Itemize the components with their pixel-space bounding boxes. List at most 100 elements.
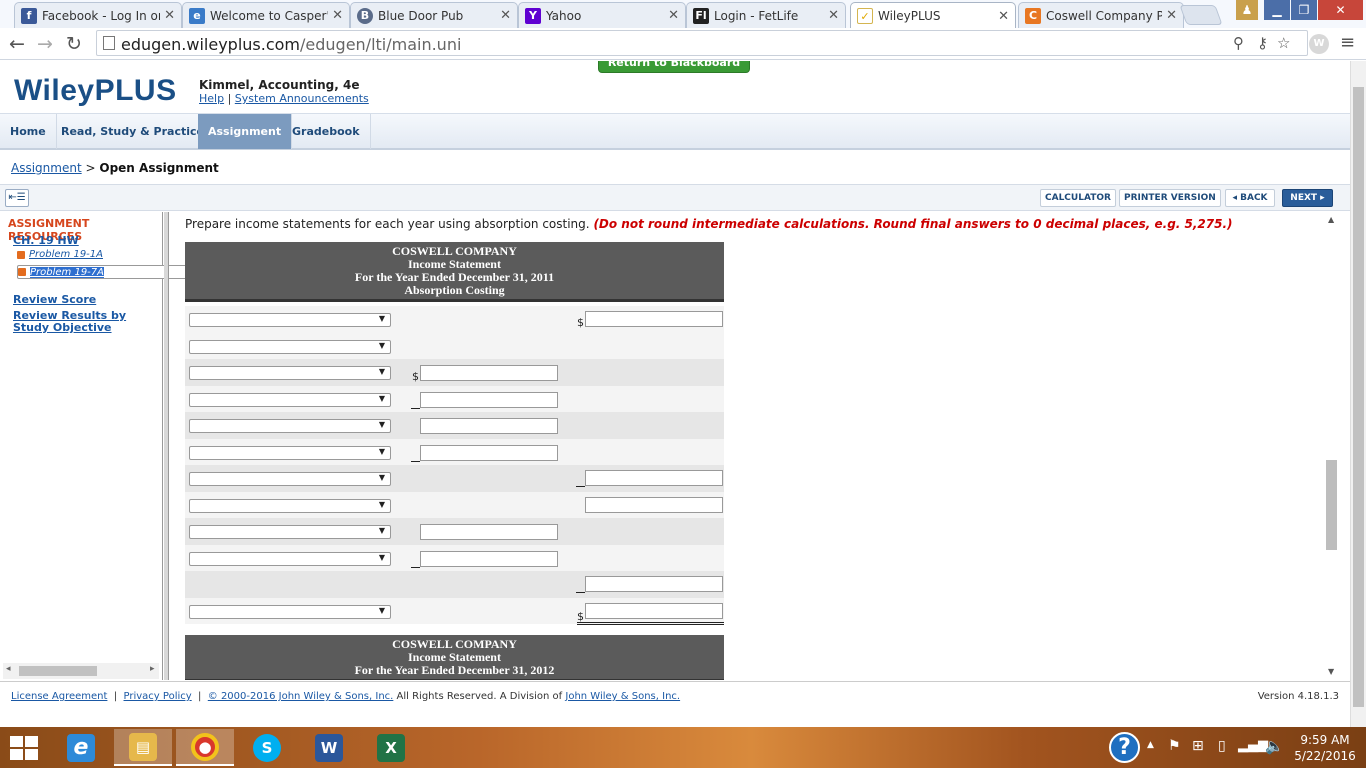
- account-dropdown[interactable]: ▼: [189, 392, 391, 407]
- content-vertical-scrollbar[interactable]: ▲ ▼: [1324, 212, 1340, 680]
- word-icon[interactable]: W: [300, 729, 358, 766]
- url-bar[interactable]: edugen.wileyplus.com/edugen/lti/main.uni…: [96, 30, 1308, 56]
- browser-tab-yahoo[interactable]: Y Yahoo ✕: [518, 2, 686, 28]
- sidebar-splitter[interactable]: [164, 212, 169, 680]
- account-dropdown[interactable]: ▼: [189, 445, 391, 460]
- privacy-policy-link[interactable]: Privacy Policy: [124, 691, 192, 702]
- amount-input[interactable]: [585, 470, 723, 486]
- chrome-menu-icon[interactable]: ≡: [1340, 32, 1355, 53]
- close-tab-icon[interactable]: ✕: [998, 9, 1009, 24]
- amount-input[interactable]: [420, 391, 558, 408]
- profile-icon[interactable]: ♟: [1236, 0, 1258, 20]
- browser-tab-bluedoor[interactable]: B Blue Door Pub ✕: [350, 2, 518, 28]
- minimize-icon[interactable]: ▁: [1264, 0, 1290, 20]
- forward-arrow-icon[interactable]: →: [33, 32, 57, 56]
- nav-read-study-practice[interactable]: Read, Study & Practice: [51, 114, 215, 149]
- account-dropdown[interactable]: ▼: [189, 551, 391, 566]
- review-results-link[interactable]: Review Results by Study Objective: [13, 310, 158, 334]
- sidebar-item-problem-19-1a[interactable]: Problem 19-1A: [17, 249, 103, 260]
- amount-input[interactable]: [420, 524, 558, 540]
- restore-icon[interactable]: ❐: [1291, 0, 1317, 20]
- chrome-icon[interactable]: ●: [176, 729, 234, 766]
- amount-input[interactable]: [585, 576, 723, 592]
- skype-icon[interactable]: S: [238, 729, 296, 766]
- amount-input[interactable]: [585, 496, 723, 513]
- account-dropdown[interactable]: ▼: [189, 604, 391, 619]
- footer-links: License Agreement | Privacy Policy | © 2…: [11, 691, 680, 702]
- help-icon[interactable]: ?: [1109, 732, 1140, 763]
- system-clock[interactable]: 9:59 AM 5/22/2016: [1290, 732, 1360, 764]
- help-link[interactable]: Help: [199, 92, 224, 105]
- close-tab-icon[interactable]: ✕: [500, 8, 511, 23]
- account-dropdown[interactable]: ▼: [189, 339, 391, 354]
- account-dropdown[interactable]: ▼: [189, 525, 391, 539]
- browser-tab-coswell[interactable]: C Coswell Company Pr ✕: [1018, 2, 1184, 28]
- close-tab-icon[interactable]: ✕: [164, 8, 175, 23]
- new-tab-button[interactable]: [1179, 5, 1223, 25]
- scroll-left-icon[interactable]: ◂: [6, 664, 11, 674]
- account-dropdown[interactable]: ▼: [189, 313, 391, 327]
- reload-icon[interactable]: ↻: [62, 32, 86, 56]
- amount-input[interactable]: [420, 418, 558, 434]
- excel-icon[interactable]: X: [362, 729, 420, 766]
- scroll-down-icon[interactable]: ▼: [1328, 667, 1334, 676]
- wiley-division-link[interactable]: John Wiley & Sons, Inc.: [565, 691, 680, 702]
- nav-home[interactable]: Home: [0, 114, 57, 149]
- key-icon[interactable]: ⚷: [1257, 34, 1268, 52]
- back-arrow-icon[interactable]: ←: [5, 32, 29, 56]
- account-dropdown[interactable]: ▼: [189, 366, 391, 380]
- calculator-button[interactable]: CALCULATOR: [1040, 189, 1116, 207]
- zoom-icon[interactable]: ⚲: [1233, 34, 1244, 52]
- amount-input[interactable]: [420, 365, 558, 381]
- printer-version-button[interactable]: PRINTER VERSION: [1119, 189, 1221, 207]
- amount-input[interactable]: [585, 602, 723, 619]
- close-tab-icon[interactable]: ✕: [828, 8, 839, 23]
- browser-tab-wileyplus[interactable]: ✓ WileyPLUS ✕: [850, 2, 1016, 29]
- amount-input[interactable]: [420, 550, 558, 567]
- battery-icon[interactable]: ▯: [1218, 738, 1226, 754]
- scroll-right-icon[interactable]: ▸: [150, 664, 155, 674]
- problem-link[interactable]: Problem 19-1A: [29, 249, 103, 260]
- close-tab-icon[interactable]: ✕: [1166, 8, 1177, 23]
- scroll-up-icon[interactable]: ▲: [1328, 215, 1334, 224]
- browser-tab-facebook[interactable]: f Facebook - Log In or ✕: [14, 2, 182, 28]
- account-dropdown[interactable]: ▼: [189, 419, 391, 433]
- nav-assignment[interactable]: Assignment: [198, 114, 293, 149]
- action-center-flag-icon[interactable]: ⚑: [1168, 738, 1181, 754]
- browser-tab-caspers[interactable]: e Welcome to Casper's ✕: [182, 2, 350, 28]
- extension-w-icon[interactable]: W: [1309, 34, 1329, 54]
- internet-explorer-icon[interactable]: e: [52, 729, 110, 766]
- system-announcements-link[interactable]: System Announcements: [235, 92, 369, 105]
- amount-input[interactable]: [585, 311, 723, 327]
- windows-start-icon[interactable]: [8, 735, 40, 761]
- scrollbar-thumb[interactable]: [19, 666, 97, 676]
- license-agreement-link[interactable]: License Agreement: [11, 691, 107, 702]
- review-score-link[interactable]: Review Score: [13, 294, 158, 306]
- file-explorer-icon[interactable]: ▤: [114, 729, 172, 766]
- page-vertical-scrollbar[interactable]: [1350, 61, 1366, 727]
- sidebar-horizontal-scrollbar[interactable]: ◂ ▸: [3, 663, 159, 679]
- amount-input[interactable]: [420, 444, 558, 461]
- nav-gradebook[interactable]: Gradebook: [282, 114, 371, 149]
- browser-tab-fetlife[interactable]: Fl Login - FetLife ✕: [686, 2, 846, 28]
- close-window-icon[interactable]: ✕: [1318, 0, 1363, 20]
- close-tab-icon[interactable]: ✕: [668, 8, 679, 23]
- network-signal-icon[interactable]: ▂▄▆: [1238, 738, 1268, 753]
- collapse-sidebar-icon[interactable]: ⇤☰: [5, 189, 29, 207]
- scrollbar-thumb[interactable]: [1353, 87, 1364, 707]
- return-to-blackboard-button[interactable]: Return to Blackboard: [598, 61, 750, 73]
- account-dropdown[interactable]: ▼: [189, 498, 391, 513]
- back-button[interactable]: ◂ BACK: [1225, 189, 1275, 207]
- show-hidden-icons-icon[interactable]: ▲: [1147, 740, 1154, 750]
- bookmark-star-icon[interactable]: ☆: [1277, 34, 1290, 52]
- next-button[interactable]: NEXT ▸: [1282, 189, 1333, 207]
- chapter-link[interactable]: CH. 19 HW: [13, 234, 79, 247]
- windows-icon[interactable]: ⊞: [1192, 738, 1204, 754]
- volume-icon[interactable]: 🔈: [1265, 737, 1284, 755]
- close-tab-icon[interactable]: ✕: [332, 8, 343, 23]
- breadcrumb-assignment-link[interactable]: Assignment: [11, 161, 82, 175]
- account-dropdown[interactable]: ▼: [189, 472, 391, 486]
- problem-link[interactable]: Problem 19-7A: [30, 266, 104, 278]
- copyright-link[interactable]: © 2000-2016 John Wiley & Sons, Inc.: [208, 691, 394, 702]
- scrollbar-thumb[interactable]: [1326, 460, 1337, 550]
